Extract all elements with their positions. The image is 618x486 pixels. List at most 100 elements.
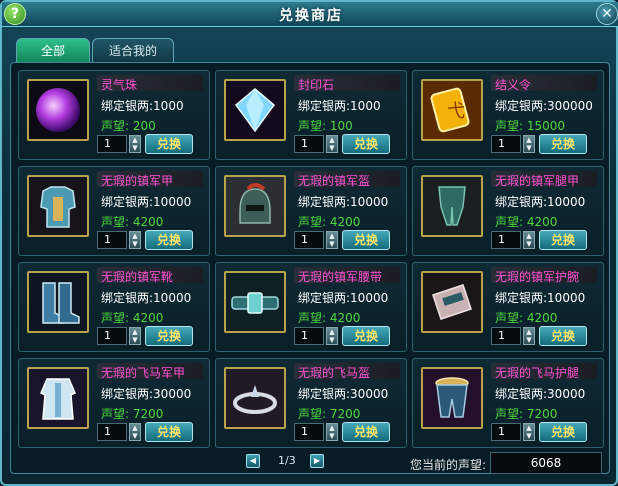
stepper-up-icon[interactable]: ▲ xyxy=(524,328,534,336)
item-reputation-cost: 声望: 200 xyxy=(101,119,156,133)
stepper-up-icon[interactable]: ▲ xyxy=(327,136,337,144)
shop-item-card: 封印石 绑定银两:1000 声望: 100 1 ▲ ▼ 兑换 xyxy=(215,70,407,160)
prev-page-button[interactable]: ◀ xyxy=(246,454,260,468)
purple-orb-icon[interactable] xyxy=(27,79,89,141)
quantity-stepper[interactable]: ▲ ▼ xyxy=(129,423,141,441)
stepper-up-icon[interactable]: ▲ xyxy=(327,328,337,336)
quantity-stepper[interactable]: ▲ ▼ xyxy=(523,135,535,153)
item-price: 绑定银两:30000 xyxy=(101,387,192,401)
stepper-down-icon[interactable]: ▼ xyxy=(327,144,337,152)
helmet-icon[interactable] xyxy=(224,175,286,237)
exchange-button[interactable]: 兑换 xyxy=(342,134,390,154)
quantity-stepper[interactable]: ▲ ▼ xyxy=(129,231,141,249)
exchange-button[interactable]: 兑换 xyxy=(145,134,193,154)
item-reputation-cost: 声望: 4200 xyxy=(298,311,361,325)
close-icon[interactable]: ✕ xyxy=(596,3,618,25)
shop-window: ? 兑换商店 ✕ 全部 适合我的 灵气珠 绑定银两:1000 声望: 200 1 ▲ ▼ 兑… xyxy=(0,0,618,486)
item-price: 绑定银两:10000 xyxy=(101,291,192,305)
quantity-input[interactable]: 1 xyxy=(97,231,127,249)
window-title: 兑换商店 xyxy=(279,8,343,24)
stepper-down-icon[interactable]: ▼ xyxy=(130,432,140,440)
quantity-input[interactable]: 1 xyxy=(491,231,521,249)
leg-armor-icon[interactable] xyxy=(421,175,483,237)
shop-item-card: 无瑕的飞马军甲 绑定银两:30000 声望: 7200 1 ▲ ▼ 兑换 xyxy=(18,358,210,448)
quantity-stepper[interactable]: ▲ ▼ xyxy=(326,423,338,441)
quantity-input[interactable]: 1 xyxy=(97,135,127,153)
stepper-down-icon[interactable]: ▼ xyxy=(327,336,337,344)
quantity-input[interactable]: 1 xyxy=(294,423,324,441)
stepper-down-icon[interactable]: ▼ xyxy=(524,240,534,248)
boots-icon[interactable] xyxy=(27,271,89,333)
exchange-button[interactable]: 兑换 xyxy=(145,230,193,250)
quantity-stepper[interactable]: ▲ ▼ xyxy=(326,231,338,249)
stepper-up-icon[interactable]: ▲ xyxy=(524,424,534,432)
item-name: 封印石 xyxy=(298,78,335,92)
stepper-down-icon[interactable]: ▼ xyxy=(327,240,337,248)
tab-all[interactable]: 全部 xyxy=(16,38,90,63)
quantity-stepper[interactable]: ▲ ▼ xyxy=(523,327,535,345)
stepper-down-icon[interactable]: ▼ xyxy=(130,144,140,152)
quantity-stepper[interactable]: ▲ ▼ xyxy=(326,135,338,153)
item-name-bar: 无瑕的镇军靴 xyxy=(97,267,203,284)
stepper-down-icon[interactable]: ▼ xyxy=(524,432,534,440)
item-name: 无瑕的镇军盔 xyxy=(298,174,371,188)
stepper-up-icon[interactable]: ▲ xyxy=(524,232,534,240)
stepper-down-icon[interactable]: ▼ xyxy=(327,432,337,440)
diamond-gem-icon[interactable] xyxy=(224,79,286,141)
stepper-up-icon[interactable]: ▲ xyxy=(130,328,140,336)
item-reputation-cost: 声望: 15000 xyxy=(495,119,566,133)
quantity-input[interactable]: 1 xyxy=(294,327,324,345)
item-reputation-cost: 声望: 7200 xyxy=(101,407,164,421)
stepper-down-icon[interactable]: ▼ xyxy=(524,336,534,344)
exchange-button[interactable]: 兑换 xyxy=(145,326,193,346)
gold-token-icon[interactable]: 弋 xyxy=(421,79,483,141)
bracer-icon[interactable] xyxy=(421,271,483,333)
item-price: 绑定银两:10000 xyxy=(495,291,586,305)
title-bar[interactable]: ? 兑换商店 ✕ xyxy=(2,2,618,27)
item-price: 绑定银两:30000 xyxy=(495,387,586,401)
quantity-stepper[interactable]: ▲ ▼ xyxy=(326,327,338,345)
quantity-input[interactable]: 1 xyxy=(294,231,324,249)
exchange-button[interactable]: 兑换 xyxy=(145,422,193,442)
stepper-down-icon[interactable]: ▼ xyxy=(524,144,534,152)
quantity-input[interactable]: 1 xyxy=(491,327,521,345)
quantity-stepper[interactable]: ▲ ▼ xyxy=(523,231,535,249)
stepper-up-icon[interactable]: ▲ xyxy=(130,232,140,240)
exchange-button[interactable]: 兑换 xyxy=(539,326,587,346)
stepper-up-icon[interactable]: ▲ xyxy=(327,424,337,432)
exchange-button[interactable]: 兑换 xyxy=(539,230,587,250)
quantity-input[interactable]: 1 xyxy=(491,135,521,153)
circlet-icon[interactable] xyxy=(224,367,286,429)
quantity-stepper[interactable]: ▲ ▼ xyxy=(129,327,141,345)
quantity-input[interactable]: 1 xyxy=(491,423,521,441)
stepper-up-icon[interactable]: ▲ xyxy=(327,232,337,240)
next-page-button[interactable]: ▶ xyxy=(310,454,324,468)
stepper-down-icon[interactable]: ▼ xyxy=(130,240,140,248)
quantity-input[interactable]: 1 xyxy=(294,135,324,153)
armor-icon[interactable] xyxy=(27,175,89,237)
exchange-button[interactable]: 兑换 xyxy=(539,134,587,154)
shop-item-card: 无瑕的镇军护腕 绑定银两:10000 声望: 4200 1 ▲ ▼ 兑换 xyxy=(412,262,604,352)
quantity-stepper[interactable]: ▲ ▼ xyxy=(523,423,535,441)
greaves-icon[interactable] xyxy=(421,367,483,429)
shop-item-card: 弋结义令 绑定银两:300000 声望: 15000 1 ▲ ▼ 兑换 xyxy=(412,70,604,160)
stepper-up-icon[interactable]: ▲ xyxy=(130,424,140,432)
tab-suitable[interactable]: 适合我的 xyxy=(92,38,174,63)
exchange-button[interactable]: 兑换 xyxy=(342,326,390,346)
item-name-bar: 无瑕的镇军盔 xyxy=(294,171,400,188)
stepper-up-icon[interactable]: ▲ xyxy=(130,136,140,144)
item-price: 绑定银两:1000 xyxy=(298,99,381,113)
stepper-up-icon[interactable]: ▲ xyxy=(524,136,534,144)
quantity-input[interactable]: 1 xyxy=(97,423,127,441)
belt-icon[interactable] xyxy=(224,271,286,333)
stepper-down-icon[interactable]: ▼ xyxy=(130,336,140,344)
exchange-button[interactable]: 兑换 xyxy=(539,422,587,442)
quantity-input[interactable]: 1 xyxy=(97,327,127,345)
reputation-label: 您当前的声望: xyxy=(410,458,487,472)
exchange-button[interactable]: 兑换 xyxy=(342,230,390,250)
item-name-bar: 无瑕的飞马盔 xyxy=(294,363,400,380)
quantity-stepper[interactable]: ▲ ▼ xyxy=(129,135,141,153)
robe-icon[interactable] xyxy=(27,367,89,429)
exchange-button[interactable]: 兑换 xyxy=(342,422,390,442)
item-price: 绑定银两:10000 xyxy=(495,195,586,209)
